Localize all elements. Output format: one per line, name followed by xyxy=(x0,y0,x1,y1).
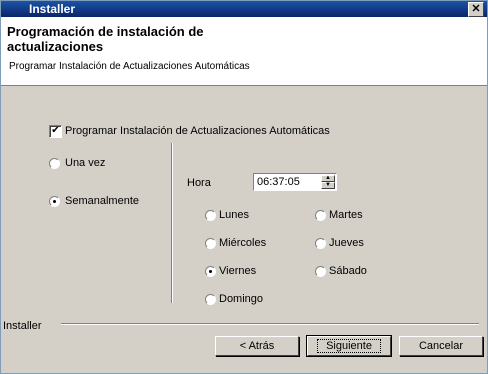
radio-miercoles[interactable] xyxy=(205,238,216,249)
footer-brand: Installer xyxy=(3,320,42,332)
vertical-divider xyxy=(171,143,173,303)
cancel-button-label[interactable]: Cancelar xyxy=(419,340,463,352)
page-title: Programación de instalación de actualiza… xyxy=(7,24,204,54)
radio-viernes[interactable] xyxy=(205,266,216,277)
radio-semanalmente[interactable] xyxy=(49,196,60,207)
back-button-label[interactable]: < Atrás xyxy=(240,340,275,352)
radio-lunes[interactable] xyxy=(205,210,216,221)
time-value[interactable]: 06:37:05 xyxy=(257,176,300,188)
cancel-button[interactable]: Cancelar xyxy=(399,336,483,356)
radio-miercoles-label[interactable]: Miércoles xyxy=(219,237,266,249)
schedule-checkbox[interactable]: ✔ xyxy=(49,125,62,138)
radio-una-vez-label[interactable]: Una vez xyxy=(65,157,105,169)
radio-jueves[interactable] xyxy=(315,238,326,249)
radio-domingo-label[interactable]: Domingo xyxy=(219,293,263,305)
header-panel: Programación de instalación de actualiza… xyxy=(1,17,487,86)
time-spinner[interactable]: 06:37:05 ▲ ▼ xyxy=(253,173,337,191)
close-icon[interactable]: ✕ xyxy=(468,2,484,17)
radio-jueves-label[interactable]: Jueves xyxy=(329,237,364,249)
schedule-checkbox-label[interactable]: Programar Instalación de Actualizaciones… xyxy=(65,125,330,137)
radio-semanalmente-label[interactable]: Semanalmente xyxy=(65,195,139,207)
page-subtitle: Programar Instalación de Actualizaciones… xyxy=(9,61,250,72)
footer-divider xyxy=(61,323,479,325)
window-title: Installer xyxy=(29,2,76,16)
radio-sabado-label[interactable]: Sábado xyxy=(329,265,367,277)
radio-una-vez[interactable] xyxy=(49,158,60,169)
spin-up-icon[interactable]: ▲ xyxy=(321,175,335,182)
radio-sabado[interactable] xyxy=(315,266,326,277)
installer-window: Installer ✕ Programación de instalación … xyxy=(0,0,488,374)
back-button[interactable]: < Atrás xyxy=(215,336,299,356)
next-button[interactable]: Siguiente xyxy=(306,335,392,357)
radio-martes[interactable] xyxy=(315,210,326,221)
spin-down-icon[interactable]: ▼ xyxy=(321,182,335,189)
title-bar[interactable]: Installer ✕ xyxy=(1,1,487,17)
next-button-label[interactable]: Siguiente xyxy=(317,339,381,353)
time-label: Hora xyxy=(187,177,211,189)
radio-viernes-label[interactable]: Viernes xyxy=(219,265,256,277)
radio-lunes-label[interactable]: Lunes xyxy=(219,209,249,221)
radio-domingo[interactable] xyxy=(205,294,216,305)
radio-martes-label[interactable]: Martes xyxy=(329,209,363,221)
